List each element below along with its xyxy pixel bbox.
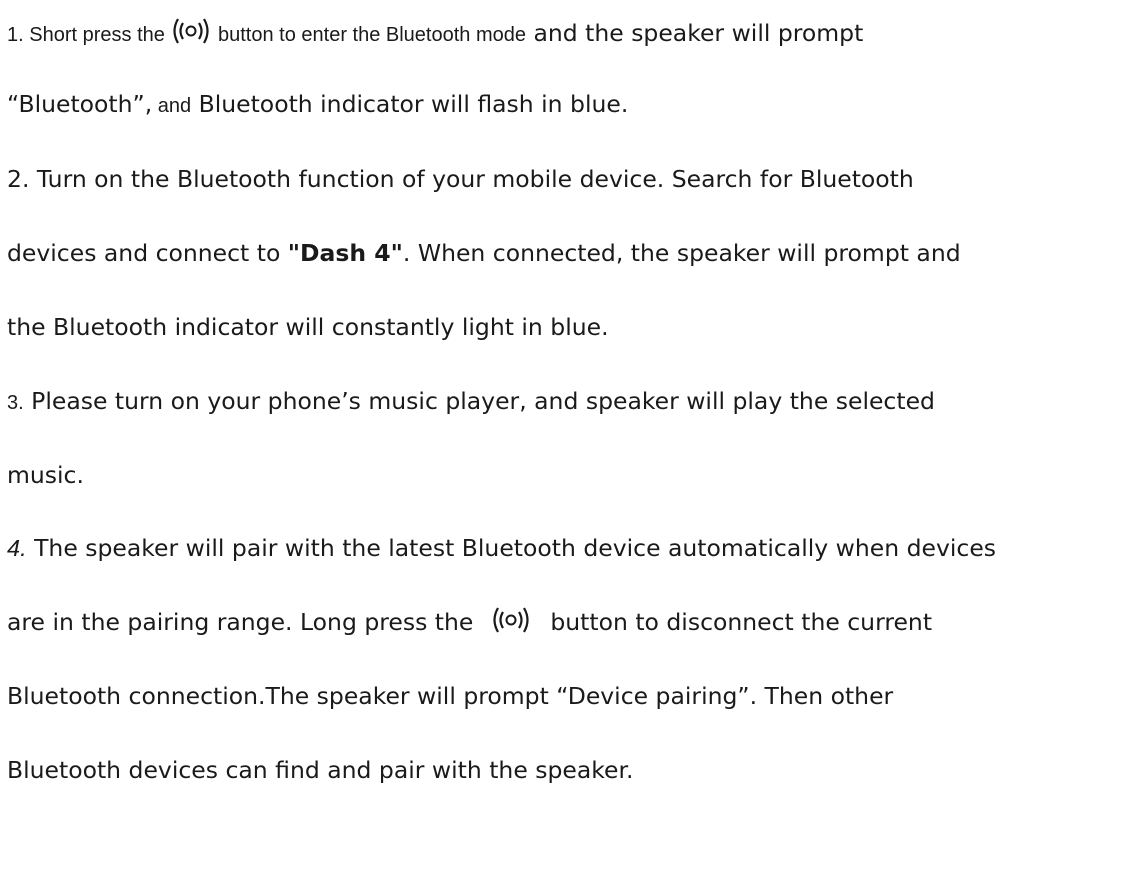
step-4-disconnect-text: button to disconnect the current <box>550 608 933 636</box>
step-4-long-press-text: are in the pairing range. Long press the <box>7 608 474 636</box>
bluetooth-button-icon <box>171 14 211 44</box>
step-1-text-post: and the speaker will prompt <box>526 19 864 47</box>
step-3-line-2: music. <box>7 461 84 489</box>
device-name: "Dash 4" <box>287 239 403 267</box>
bluetooth-button-icon <box>491 603 531 633</box>
step-2-line-1: 2. Turn on the Bluetooth function of you… <box>7 165 914 193</box>
step-1-quote: “Bluetooth”, <box>7 90 153 118</box>
step-2-line-2: devices and connect to "Dash 4". When co… <box>7 233 1124 273</box>
step-1-line-1: 1. Short press the button to enter the B… <box>7 13 1124 53</box>
step-4-number: 4. <box>7 535 27 561</box>
step-2-connect-text: devices and connect to <box>7 239 288 267</box>
step-1-indicator-text: Bluetooth indicator will flash in blue. <box>191 90 629 118</box>
step-4-line-3: Bluetooth connection.The speaker will pr… <box>7 682 894 710</box>
step-1-text-mode: button to enter the Bluetooth mode <box>218 24 526 46</box>
step-2-line-3: the Bluetooth indicator will constantly … <box>7 313 609 341</box>
step-4-line-2: are in the pairing range. Long press the… <box>7 602 1124 642</box>
step-1-text-pre: Short press the <box>29 24 165 46</box>
step-3-number: 3. <box>7 392 24 414</box>
step-2-connected-text: . When connected, the speaker will promp… <box>402 239 961 267</box>
step-3-line-1: 3. Please turn on your phone’s music pla… <box>7 381 1124 421</box>
step-4-line-4: Bluetooth devices can find and pair with… <box>7 756 634 784</box>
step-4-text: The speaker will pair with the latest Bl… <box>26 534 997 562</box>
instructions-document: 1. Short press the button to enter the B… <box>0 0 1128 886</box>
step-1-and: and <box>152 95 192 117</box>
step-1-number: 1. <box>7 24 24 46</box>
step-3-text: Please turn on your phone’s music player… <box>23 387 935 415</box>
step-1-line-2: “Bluetooth”, and Bluetooth indicator wil… <box>7 84 1124 124</box>
step-4-line-1: 4. The speaker will pair with the latest… <box>7 528 1124 568</box>
